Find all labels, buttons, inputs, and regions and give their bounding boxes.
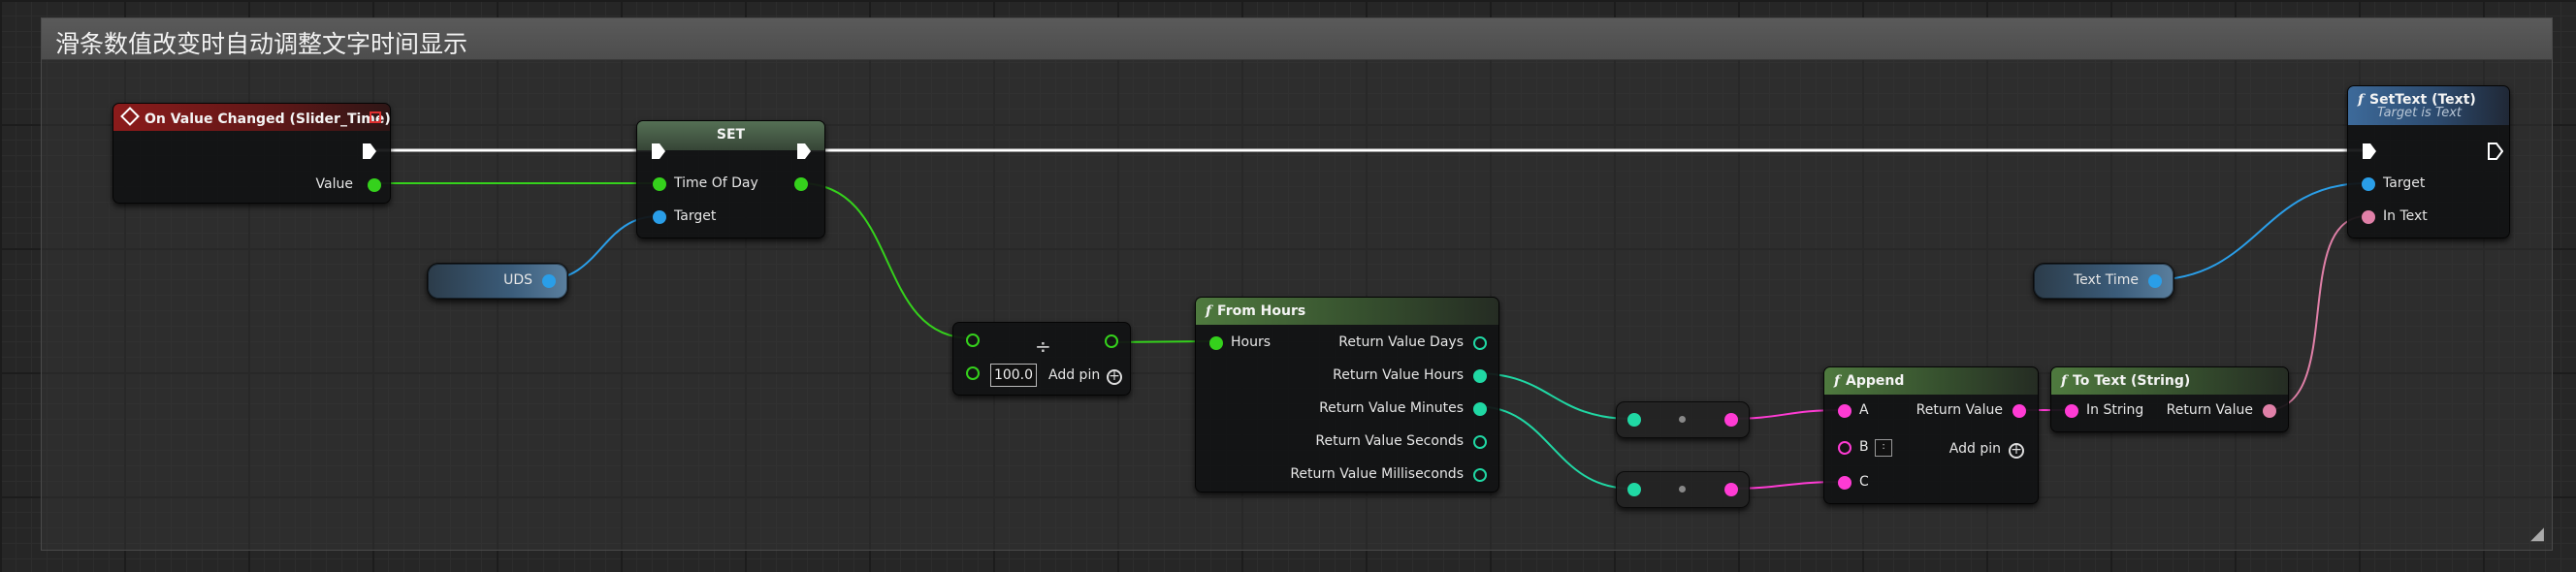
target-label: Target xyxy=(674,208,717,224)
target-input-pin[interactable] xyxy=(653,210,666,224)
b-value-input[interactable]: : xyxy=(1875,439,1892,457)
output-pin-seconds[interactable] xyxy=(1473,435,1487,449)
int-to-string-conversion-node-1[interactable] xyxy=(1616,401,1750,438)
float-wire-timeofday-divide xyxy=(799,182,973,339)
uds-variable-node[interactable]: UDS xyxy=(427,263,568,300)
in-text-label: In Text xyxy=(2383,208,2428,224)
in-string-label: In String xyxy=(2086,402,2144,418)
event-node-title: On Value Changed (Slider_Time) xyxy=(145,111,391,127)
divide-operator-icon: ÷ xyxy=(1035,334,1051,358)
add-pin-icon[interactable]: + xyxy=(1107,369,1122,385)
c-input-pin[interactable] xyxy=(1838,476,1852,490)
time-of-day-input-pin[interactable] xyxy=(653,177,666,191)
conversion-output-pin[interactable] xyxy=(1724,413,1738,427)
uds-label: UDS xyxy=(503,272,532,288)
exec-in-pin[interactable] xyxy=(651,143,666,160)
value-output-pin[interactable] xyxy=(368,178,381,192)
set-node-title: SET xyxy=(716,127,746,143)
text-time-variable-node[interactable]: Text Time xyxy=(2033,263,2174,300)
settext-header[interactable]: f SetText (Text) Target is Text xyxy=(2348,86,2509,125)
conversion-input-pin[interactable] xyxy=(1627,483,1641,496)
hours-input-label: Hours xyxy=(1231,334,1272,350)
exec-out-pin[interactable] xyxy=(362,143,377,160)
in-string-input-pin[interactable] xyxy=(2065,404,2078,418)
function-icon: f xyxy=(2358,92,2365,108)
append-node[interactable]: f Append A B : C Return Value Add pin + xyxy=(1823,366,2039,504)
set-node[interactable]: SET Time Of Day Target xyxy=(636,120,825,238)
event-diamond-icon xyxy=(120,107,140,126)
exec-out-pin[interactable] xyxy=(2488,143,2503,160)
value-pin-label: Value xyxy=(315,176,353,192)
to-text-output-label: Return Value xyxy=(2166,402,2253,418)
target-input-pin[interactable] xyxy=(2362,177,2375,191)
from-hours-title: From Hours xyxy=(1217,303,1306,319)
divide-input-a-pin[interactable] xyxy=(966,334,980,347)
in-text-input-pin[interactable] xyxy=(2362,210,2375,224)
event-node-on-value-changed[interactable]: On Value Changed (Slider_Time) Value xyxy=(113,103,391,204)
conversion-output-pin[interactable] xyxy=(1724,483,1738,496)
settext-subtitle: Target is Text xyxy=(2377,106,2463,120)
settext-node[interactable]: f SetText (Text) Target is Text Target In… xyxy=(2347,85,2510,238)
from-hours-header[interactable]: f From Hours xyxy=(1196,298,1498,325)
to-text-string-node[interactable]: f To Text (String) In String Return Value xyxy=(2050,366,2289,432)
text-time-output-pin[interactable] xyxy=(2148,274,2162,288)
a-input-pin[interactable] xyxy=(1838,404,1852,418)
divide-output-pin[interactable] xyxy=(1105,334,1118,348)
output-pin-minutes[interactable] xyxy=(1473,402,1487,416)
output-label-minutes: Return Value Minutes xyxy=(1319,400,1464,416)
append-output-label: Return Value xyxy=(1916,402,2003,418)
output-pin-milliseconds[interactable] xyxy=(1473,468,1487,482)
time-of-day-output-pin[interactable] xyxy=(794,177,808,191)
uds-output-pin[interactable] xyxy=(542,274,556,288)
function-icon: f xyxy=(2061,373,2068,389)
to-text-header[interactable]: f To Text (String) xyxy=(2051,367,2288,395)
target-label: Target xyxy=(2383,175,2426,191)
from-hours-node[interactable]: f From Hours Hours Return Value Days Retu… xyxy=(1195,297,1499,493)
append-output-pin[interactable] xyxy=(2012,404,2026,418)
to-text-title: To Text (String) xyxy=(2073,373,2191,389)
function-icon: f xyxy=(1834,373,1841,389)
output-label-days: Return Value Days xyxy=(1338,334,1464,350)
delegate-pin-icon[interactable] xyxy=(370,111,381,123)
a-input-label: A xyxy=(1859,402,1869,418)
function-icon: f xyxy=(1206,303,1212,319)
b-input-label: B xyxy=(1859,439,1869,455)
output-pin-hours[interactable] xyxy=(1473,369,1487,383)
exec-in-pin[interactable] xyxy=(2362,143,2377,160)
time-of-day-label: Time Of Day xyxy=(674,175,758,191)
output-pin-days[interactable] xyxy=(1473,336,1487,350)
divide-input-b-pin[interactable] xyxy=(966,366,980,380)
conversion-input-pin[interactable] xyxy=(1627,413,1641,427)
append-add-pin-label[interactable]: Add pin xyxy=(1949,441,2001,457)
divide-add-pin-label[interactable]: Add pin xyxy=(1048,367,1100,383)
append-header[interactable]: f Append xyxy=(1824,367,2038,395)
conversion-dot-icon xyxy=(1679,486,1686,493)
hours-input-pin[interactable] xyxy=(1209,336,1223,350)
c-input-label: C xyxy=(1859,474,1869,490)
b-input-pin[interactable] xyxy=(1838,441,1852,455)
output-label-seconds: Return Value Seconds xyxy=(1315,433,1464,449)
divide-node[interactable]: ÷ 100.0 Add pin + xyxy=(952,322,1131,396)
conversion-dot-icon xyxy=(1679,416,1686,423)
add-pin-icon[interactable]: + xyxy=(2009,443,2024,459)
int-to-string-conversion-node-2[interactable] xyxy=(1616,471,1750,508)
divide-value-input[interactable]: 100.0 xyxy=(990,364,1037,387)
output-label-milliseconds: Return Value Milliseconds xyxy=(1290,466,1464,482)
exec-out-pin[interactable] xyxy=(796,143,812,160)
event-node-header[interactable]: On Value Changed (Slider_Time) xyxy=(113,104,391,131)
to-text-output-pin[interactable] xyxy=(2263,404,2276,418)
output-label-hours: Return Value Hours xyxy=(1333,367,1464,383)
object-wire-texttime-target xyxy=(2148,182,2367,281)
text-time-label: Text Time xyxy=(2073,272,2139,288)
append-title: Append xyxy=(1846,373,1905,389)
